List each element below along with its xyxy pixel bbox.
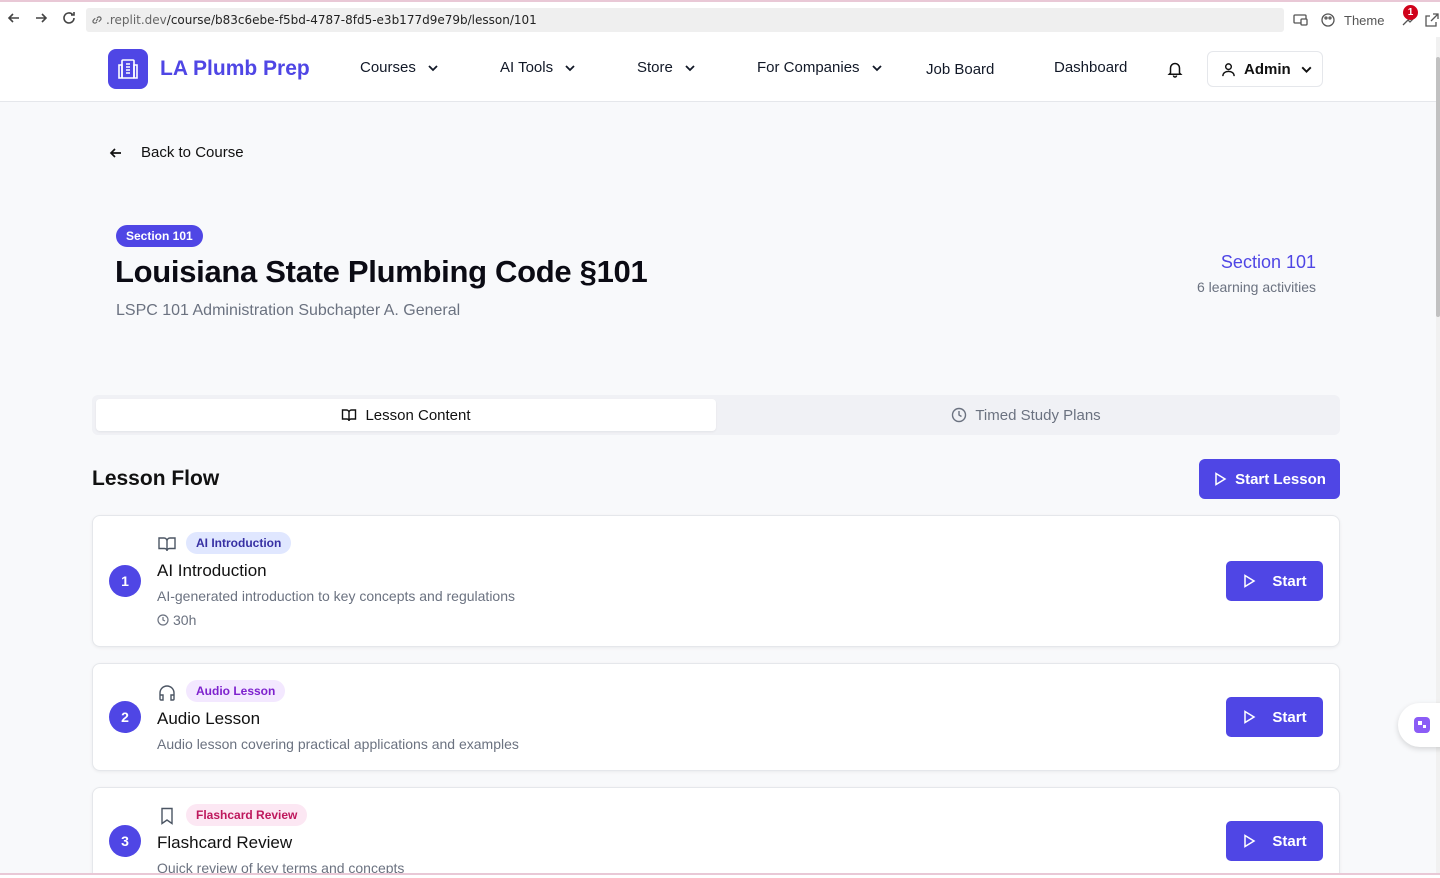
tab-timed-study-plans[interactable]: Timed Study Plans — [716, 399, 1336, 431]
play-icon — [1244, 834, 1256, 848]
chevron-down-icon — [1301, 66, 1312, 73]
theme-label[interactable]: Theme — [1344, 13, 1384, 28]
start-activity-label: Start — [1272, 572, 1307, 590]
bell-icon[interactable] — [1166, 60, 1184, 78]
browser-toolbar: .replit.dev/course/b83c6ebe-f5bd-4787-8f… — [0, 0, 1440, 37]
section-summary: Section 101 6 learning activities — [1197, 252, 1316, 295]
start-activity-button[interactable]: Start — [1226, 821, 1323, 861]
arrow-left-icon — [109, 147, 121, 158]
tab-lesson-content[interactable]: Lesson Content — [96, 399, 716, 431]
play-icon — [1215, 472, 1227, 486]
lesson-flow-title: Lesson Flow — [92, 467, 220, 490]
chevron-down-icon — [685, 64, 695, 71]
start-activity-label: Start — [1272, 832, 1307, 850]
assistant-widget-icon[interactable] — [1398, 703, 1440, 747]
bookmark-icon — [161, 807, 173, 825]
activity-duration-value: 30h — [173, 612, 197, 628]
nav-dashboard-label: Dashboard — [1054, 59, 1128, 76]
page-scrollbar[interactable] — [1436, 37, 1440, 878]
window-bottom-edge — [0, 873, 1440, 878]
activity-tag: Flashcard Review — [186, 804, 308, 826]
start-activity-button[interactable]: Start — [1226, 561, 1323, 601]
book-open-icon — [342, 409, 357, 422]
chevron-down-icon — [428, 64, 438, 71]
step-number: 3 — [109, 825, 141, 857]
user-menu-button[interactable]: Admin — [1207, 51, 1323, 87]
open-external-icon[interactable] — [1424, 12, 1440, 28]
tab-lesson-content-label: Lesson Content — [365, 406, 471, 424]
nav-job-board[interactable]: Job Board — [926, 61, 994, 78]
nav-for-companies-label: For Companies — [757, 59, 860, 76]
address-bar[interactable]: .replit.dev/course/b83c6ebe-f5bd-4787-8f… — [86, 8, 1284, 32]
nav-courses-label: Courses — [360, 59, 416, 76]
nav-store[interactable]: Store — [637, 59, 697, 76]
book-open-icon — [158, 537, 176, 552]
activity-tag: Audio Lesson — [186, 680, 286, 702]
link-icon — [92, 16, 102, 24]
back-to-course-label: Back to Course — [141, 144, 244, 161]
chevron-down-icon — [871, 64, 882, 71]
start-lesson-label: Start Lesson — [1235, 470, 1326, 488]
headphones-icon — [159, 685, 175, 701]
nav-store-label: Store — [637, 59, 673, 76]
nav-job-board-label: Job Board — [926, 61, 995, 78]
start-lesson-button[interactable]: Start Lesson — [1199, 459, 1340, 499]
nav-ai-tools-label: AI Tools — [500, 59, 554, 76]
clock-icon — [157, 614, 169, 626]
user-menu-label: Admin — [1244, 60, 1291, 78]
nav-ai-tools[interactable]: AI Tools — [500, 59, 577, 76]
nav-for-companies[interactable]: For Companies — [757, 59, 884, 76]
activity-title: Flashcard Review — [157, 833, 293, 852]
brand-name[interactable]: LA Plumb Prep — [160, 57, 310, 81]
step-number: 2 — [109, 701, 141, 733]
chevron-down-icon — [565, 64, 575, 71]
page-title: Louisiana State Plumbing Code §101 — [115, 254, 648, 289]
activity-tag: AI Introduction — [186, 532, 292, 554]
clock-icon — [952, 407, 967, 423]
lesson-tabs: Lesson Content Timed Study Plans — [92, 395, 1340, 435]
scrollbar-thumb[interactable] — [1436, 57, 1440, 317]
play-icon — [1244, 710, 1256, 724]
lesson-activity-card: 3 Flashcard Review Flashcard Review Quic… — [92, 787, 1340, 878]
nav-courses[interactable]: Courses — [360, 59, 440, 76]
start-activity-button[interactable]: Start — [1226, 697, 1323, 737]
activity-description: AI-generated introduction to key concept… — [157, 588, 516, 604]
logo-icon[interactable] — [108, 49, 148, 89]
activity-duration: 30h — [157, 612, 196, 628]
start-activity-label: Start — [1272, 708, 1307, 726]
site-header: LA Plumb Prep Courses AI Tools Store For… — [0, 37, 1436, 102]
lesson-activity-card: 2 Audio Lesson Audio Lesson Audio lesson… — [92, 663, 1340, 771]
extension-badge: 1 — [1403, 5, 1418, 20]
section-badge: Section 101 — [116, 225, 203, 247]
back-arrow-icon[interactable] — [0, 4, 28, 32]
activity-description: Audio lesson covering practical applicat… — [157, 736, 519, 752]
activity-title: AI Introduction — [157, 561, 267, 580]
page-subtitle: LSPC 101 Administration Subchapter A. Ge… — [116, 302, 461, 319]
lesson-activity-card: 1 AI Introduction AI Introduction AI-gen… — [92, 515, 1340, 647]
back-to-course-link[interactable]: Back to Course — [108, 144, 244, 161]
reload-icon[interactable] — [55, 4, 83, 32]
tab-timed-study-plans-label: Timed Study Plans — [975, 406, 1101, 424]
url-path: /course/b83c6ebe-f5bd-4787-8fd5-e3b177d9… — [166, 13, 537, 27]
user-icon — [1222, 62, 1235, 76]
cast-icon[interactable] — [1292, 12, 1308, 28]
activity-title: Audio Lesson — [157, 709, 261, 728]
url-host: .replit.dev — [106, 13, 167, 27]
forward-arrow-icon[interactable] — [27, 4, 55, 32]
activity-count: 6 learning activities — [1196, 279, 1316, 295]
step-number: 1 — [109, 565, 141, 597]
play-icon — [1244, 574, 1256, 588]
section-summary-title: Section 101 — [1220, 252, 1316, 272]
palette-icon[interactable] — [1320, 12, 1336, 28]
nav-dashboard[interactable]: Dashboard — [1054, 59, 1127, 76]
